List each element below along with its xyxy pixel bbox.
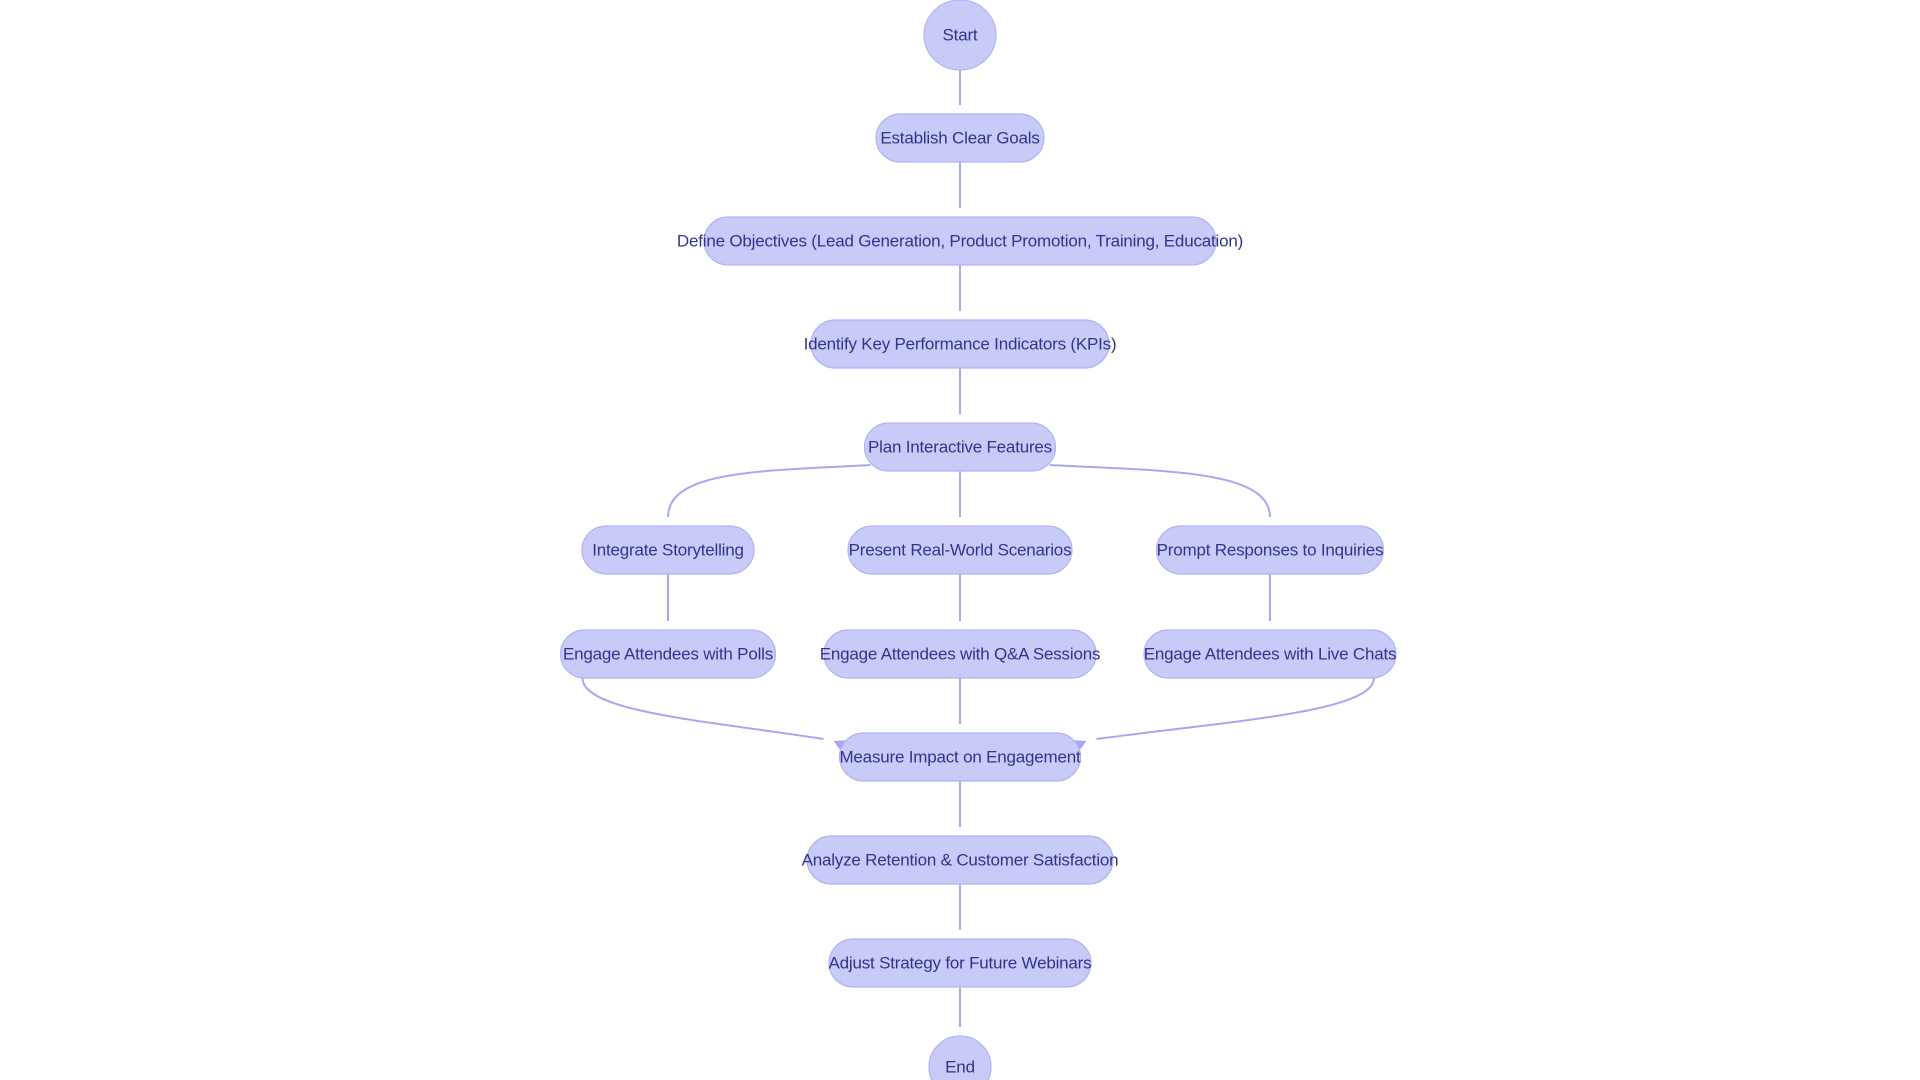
- edge-chats-to-measure: [1075, 677, 1375, 751]
- node-chats[interactable]: Engage Attendees with Live Chats: [1143, 629, 1397, 679]
- node-shape-qa[interactable]: [823, 629, 1097, 679]
- node-shape-plan[interactable]: [863, 422, 1057, 472]
- node-shape-kpis[interactable]: [810, 319, 1110, 369]
- node-layer: Start Establish Clear Goals Define Objecti…: [559, 0, 1397, 1080]
- node-kpis[interactable]: Identify Key Performance Indicators (KPI…: [804, 319, 1117, 369]
- node-shape-story[interactable]: [581, 525, 755, 575]
- node-scenarios[interactable]: Present Real-World Scenarios: [847, 525, 1073, 575]
- flowchart-canvas: Start Establish Clear Goals Define Objecti…: [0, 0, 1920, 1080]
- node-shape-goals[interactable]: [875, 113, 1045, 163]
- node-plan[interactable]: Plan Interactive Features: [863, 422, 1057, 472]
- node-prompt[interactable]: Prompt Responses to Inquiries: [1155, 525, 1385, 575]
- node-shape-measure[interactable]: [838, 732, 1082, 782]
- edge-plan-to-story: [662, 464, 871, 536]
- node-story[interactable]: Integrate Storytelling: [581, 525, 755, 575]
- node-shape-adjust[interactable]: [828, 938, 1092, 988]
- node-shape-chats[interactable]: [1143, 629, 1397, 679]
- node-goals[interactable]: Establish Clear Goals: [875, 113, 1045, 163]
- node-qa[interactable]: Engage Attendees with Q&A Sessions: [820, 629, 1101, 679]
- node-polls[interactable]: Engage Attendees with Polls: [559, 629, 777, 679]
- node-adjust[interactable]: Adjust Strategy for Future Webinars: [828, 938, 1092, 988]
- edge-plan-to-prompt: [1049, 464, 1276, 536]
- node-shape-start[interactable]: [923, 0, 997, 71]
- node-shape-analyze[interactable]: [806, 835, 1114, 885]
- node-objectives[interactable]: Define Objectives (Lead Generation, Prod…: [677, 216, 1243, 266]
- node-shape-end[interactable]: [928, 1035, 992, 1080]
- node-start[interactable]: Start: [923, 0, 997, 71]
- node-end[interactable]: End: [928, 1035, 992, 1080]
- node-shape-polls[interactable]: [559, 629, 777, 679]
- edge-polls-to-measure: [581, 677, 845, 751]
- flowchart-svg: Start Establish Clear Goals Define Objecti…: [559, 0, 1397, 1080]
- node-analyze[interactable]: Analyze Retention & Customer Satisfactio…: [802, 835, 1119, 885]
- node-shape-scenarios[interactable]: [847, 525, 1073, 575]
- node-shape-prompt[interactable]: [1155, 525, 1385, 575]
- node-shape-objectives[interactable]: [703, 216, 1217, 266]
- node-measure[interactable]: Measure Impact on Engagement: [838, 732, 1082, 782]
